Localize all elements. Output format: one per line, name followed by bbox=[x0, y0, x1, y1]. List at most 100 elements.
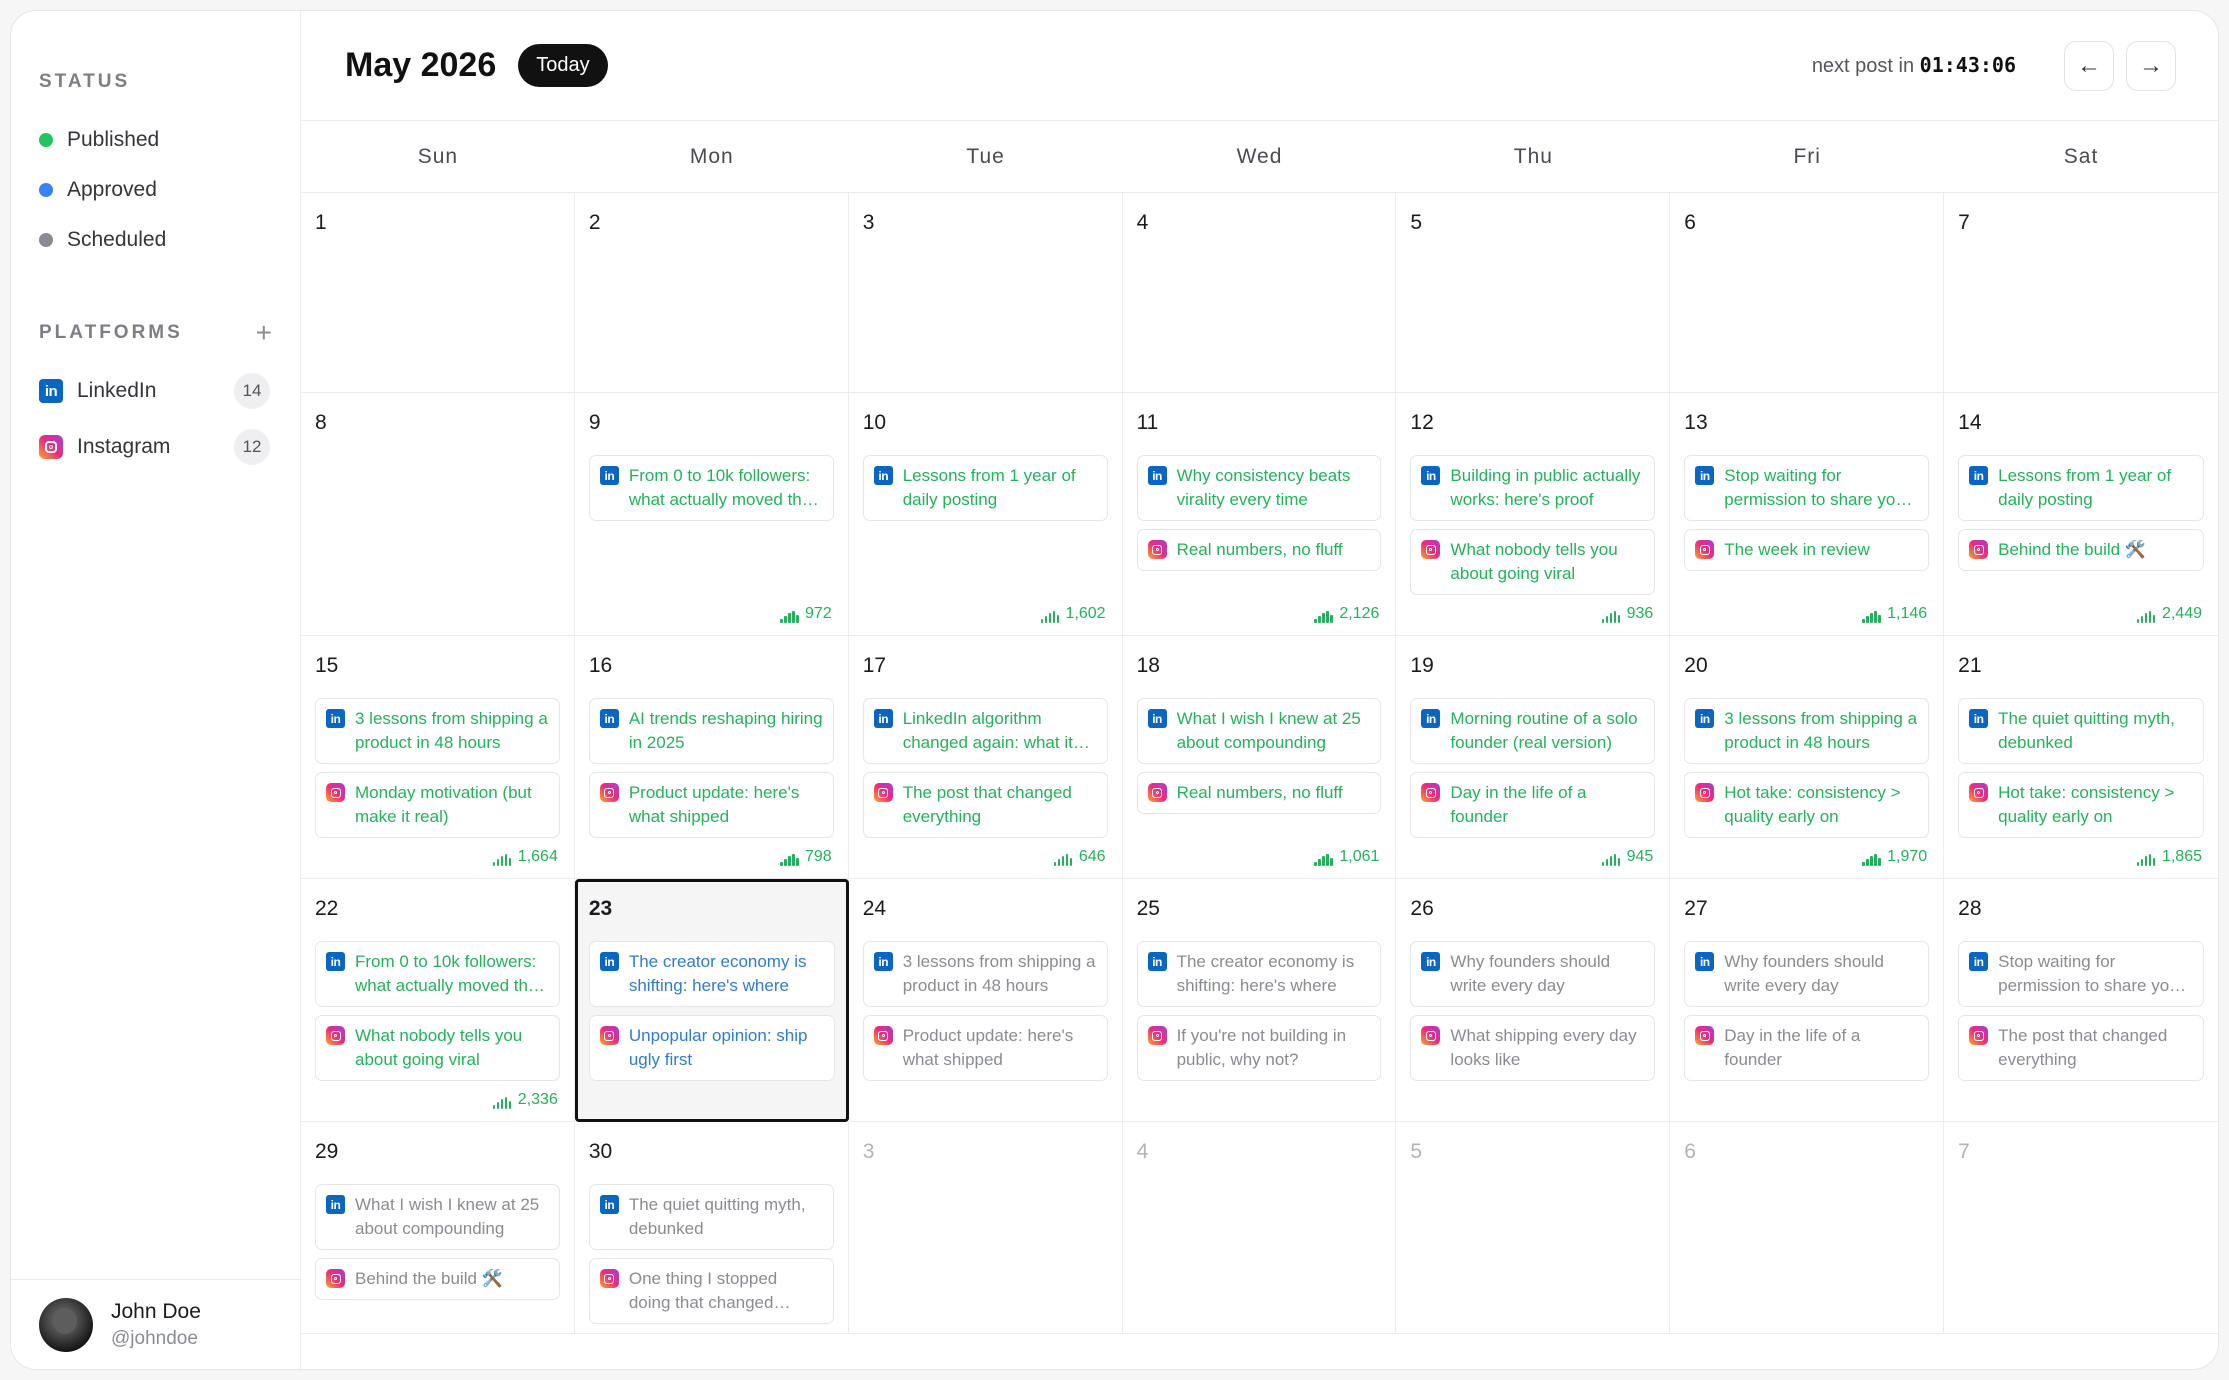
post-card-linkedin[interactable]: in LinkedIn algorithm changed again: what… bbox=[862, 698, 1108, 764]
day-cell[interactable]: 5 bbox=[1396, 1122, 1671, 1334]
prev-month-button[interactable]: ← bbox=[2064, 40, 2114, 91]
day-cell[interactable]: 30 in The quiet quitting myth, debunked One… bbox=[574, 1122, 849, 1334]
post-card-linkedin[interactable]: in From 0 to 10k followers: what actually… bbox=[588, 455, 834, 521]
day-cell[interactable]: 17 in LinkedIn algorithm changed again: wh… bbox=[848, 636, 1123, 879]
post-card-linkedin[interactable]: in Why founders should write every day bbox=[1684, 941, 1930, 1007]
post-card-linkedin[interactable]: in Building in public actually works: her… bbox=[1410, 455, 1656, 521]
status-item-published[interactable]: Published bbox=[11, 115, 300, 165]
day-cell[interactable]: 3 bbox=[848, 193, 1123, 393]
engagement-count: 936 bbox=[1626, 605, 1654, 622]
day-cell[interactable]: 14 in Lessons from 1 year of daily posting… bbox=[1944, 393, 2218, 636]
post-card-instagram[interactable]: Day in the life of a founder bbox=[1410, 772, 1656, 838]
day-cell[interactable]: 7 bbox=[1944, 1122, 2218, 1334]
post-card-instagram[interactable]: Real numbers, no fluff bbox=[1136, 772, 1382, 814]
post-card-instagram[interactable]: What nobody tells you about going viral bbox=[1410, 529, 1656, 595]
post-card-linkedin[interactable]: in Stop waiting for permission to share y… bbox=[1684, 455, 1930, 521]
post-title: Why founders should write every day bbox=[1450, 952, 1611, 995]
day-cell[interactable]: 8 bbox=[301, 393, 575, 636]
post-card-instagram[interactable]: Product update: here's what shipped bbox=[862, 1015, 1108, 1081]
post-card-linkedin[interactable]: in Morning routine of a solo founder (rea… bbox=[1410, 698, 1656, 764]
post-card-instagram[interactable]: If you're not building in public, why no… bbox=[1136, 1015, 1382, 1081]
day-cell[interactable]: 3 bbox=[848, 1122, 1123, 1334]
day-cell[interactable]: 4 bbox=[1122, 193, 1397, 393]
post-card-instagram[interactable]: Real numbers, no fluff bbox=[1136, 529, 1382, 571]
post-card-linkedin[interactable]: in Why founders should write every day bbox=[1410, 941, 1656, 1007]
post-card-instagram[interactable]: What shipping every day looks like bbox=[1410, 1015, 1656, 1081]
day-cell[interactable]: 22 in From 0 to 10k followers: what actual… bbox=[301, 879, 575, 1122]
post-card-instagram[interactable]: Unpopular opinion: ship ugly first bbox=[588, 1015, 835, 1081]
post-card-linkedin[interactable]: in Why consistency beats virality every t… bbox=[1136, 455, 1382, 521]
post-card-instagram[interactable]: Behind the build 🛠️ bbox=[315, 1258, 560, 1300]
linkedin-icon: in bbox=[1969, 709, 1989, 728]
platform-item-linkedin[interactable]: in LinkedIn 14 bbox=[11, 363, 300, 419]
post-card-linkedin[interactable]: in The quiet quitting myth, debunked bbox=[1958, 698, 2204, 764]
post-card-instagram[interactable]: Product update: here's what shipped bbox=[588, 772, 834, 838]
plus-icon[interactable]: + bbox=[256, 317, 272, 349]
day-cell[interactable]: 13 in Stop waiting for permission to share… bbox=[1670, 393, 1945, 636]
day-cell[interactable]: 15 in 3 lessons from shipping a product in… bbox=[301, 636, 575, 879]
post-card-linkedin[interactable]: in The creator economy is shifting: here'… bbox=[1136, 941, 1382, 1007]
day-cell[interactable]: 1 bbox=[301, 193, 575, 393]
day-cell[interactable]: 4 bbox=[1122, 1122, 1397, 1334]
post-card-linkedin[interactable]: in Stop waiting for permission to share y… bbox=[1958, 941, 2204, 1007]
post-card-linkedin[interactable]: in The creator economy is shifting: here'… bbox=[588, 941, 835, 1007]
post-card-linkedin[interactable]: in Lessons from 1 year of daily posting bbox=[1958, 455, 2204, 521]
linkedin-icon: in bbox=[1421, 709, 1441, 728]
post-card-instagram[interactable]: Hot take: consistency > quality early on bbox=[1958, 772, 2204, 838]
status-item-approved[interactable]: Approved bbox=[11, 165, 300, 215]
post-card-linkedin[interactable]: in From 0 to 10k followers: what actually… bbox=[315, 941, 560, 1007]
day-cell[interactable]: 26 in Why founders should write every day W… bbox=[1396, 879, 1671, 1122]
day-cell[interactable]: 11 in Why consistency beats virality every… bbox=[1122, 393, 1397, 636]
post-card-instagram[interactable]: Behind the build 🛠️ bbox=[1958, 529, 2204, 571]
post-card-linkedin[interactable]: in What I wish I knew at 25 about compoun… bbox=[315, 1184, 560, 1250]
post-card-linkedin[interactable]: in 3 lessons from shipping a product in 4… bbox=[1684, 698, 1930, 764]
day-cell[interactable]: 25 in The creator economy is shifting: her… bbox=[1122, 879, 1397, 1122]
day-cell[interactable]: 2 bbox=[574, 193, 849, 393]
user-profile[interactable]: John Doe @johndoe bbox=[11, 1279, 300, 1369]
post-card-linkedin[interactable]: in The quiet quitting myth, debunked bbox=[588, 1184, 834, 1250]
post-card-instagram[interactable]: The post that changed everything bbox=[862, 772, 1108, 838]
linkedin-icon: in bbox=[1695, 709, 1715, 728]
post-card-instagram[interactable]: The week in review bbox=[1684, 529, 1930, 571]
instagram-icon bbox=[1969, 540, 1989, 559]
day-cell[interactable]: 19 in Morning routine of a solo founder (r… bbox=[1396, 636, 1671, 879]
post-card-instagram[interactable]: The post that changed everything bbox=[1958, 1015, 2204, 1081]
day-cell[interactable]: 21 in The quiet quitting myth, debunked Hot… bbox=[1944, 636, 2218, 879]
post-card-instagram[interactable]: What nobody tells you about going viral bbox=[315, 1015, 560, 1081]
day-cell[interactable]: 20 in 3 lessons from shipping a product in… bbox=[1670, 636, 1945, 879]
engagement-stat: 1,970 bbox=[1862, 848, 1927, 866]
post-card-instagram[interactable]: Day in the life of a founder bbox=[1684, 1015, 1930, 1081]
post-card-linkedin[interactable]: in 3 lessons from shipping a product in 4… bbox=[315, 698, 560, 764]
day-cell[interactable]: 5 bbox=[1396, 193, 1671, 393]
day-cell-today[interactable]: 23 in The creator economy is shifting: her… bbox=[574, 879, 849, 1122]
day-cell[interactable]: 12 in Building in public actually works: h… bbox=[1396, 393, 1671, 636]
day-cell[interactable]: 24 in 3 lessons from shipping a product in… bbox=[848, 879, 1123, 1122]
post-card-instagram[interactable]: Monday motivation (but make it real) bbox=[315, 772, 560, 838]
day-cell[interactable]: 10 in Lessons from 1 year of daily posting… bbox=[848, 393, 1123, 636]
user-handle: @johndoe bbox=[111, 1327, 198, 1349]
post-card-linkedin[interactable]: in Lessons from 1 year of daily posting bbox=[862, 455, 1108, 521]
post-card-linkedin[interactable]: in What I wish I knew at 25 about compoun… bbox=[1136, 698, 1382, 764]
post-card-linkedin[interactable]: in 3 lessons from shipping a product in 4… bbox=[862, 941, 1108, 1007]
day-cell[interactable]: 27 in Why founders should write every day D… bbox=[1670, 879, 1945, 1122]
day-cell[interactable]: 9 in From 0 to 10k followers: what actuall… bbox=[574, 393, 849, 636]
post-card-instagram[interactable]: One thing I stopped doing that changed e… bbox=[588, 1258, 834, 1324]
status-item-scheduled[interactable]: Scheduled bbox=[11, 215, 300, 265]
weekday-header: Sun Mon Tue Wed Thu Fri Sat bbox=[301, 121, 2218, 193]
engagement-count: 1,970 bbox=[1887, 848, 1928, 865]
day-cell[interactable]: 7 bbox=[1944, 193, 2218, 393]
next-month-button[interactable]: → bbox=[2126, 40, 2176, 91]
day-cell[interactable]: 18 in What I wish I knew at 25 about compo… bbox=[1122, 636, 1397, 879]
day-cell[interactable]: 28 in Stop waiting for permission to share… bbox=[1944, 879, 2218, 1122]
today-button[interactable]: Today bbox=[518, 44, 608, 87]
post-list: in 3 lessons from shipping a product in 4… bbox=[315, 698, 560, 838]
platform-item-instagram[interactable]: Instagram 12 bbox=[11, 419, 300, 475]
day-cell[interactable]: 6 bbox=[1670, 1122, 1945, 1334]
day-cell[interactable]: 29 in What I wish I knew at 25 about compo… bbox=[301, 1122, 575, 1334]
post-card-linkedin[interactable]: in AI trends reshaping hiring in 2025 bbox=[588, 698, 834, 764]
day-cell[interactable]: 6 bbox=[1670, 193, 1945, 393]
post-title: Behind the build 🛠️ bbox=[355, 1269, 503, 1288]
post-card-instagram[interactable]: Hot take: consistency > quality early on bbox=[1684, 772, 1930, 838]
instagram-icon bbox=[1147, 783, 1167, 802]
day-cell[interactable]: 16 in AI trends reshaping hiring in 2025 Pr… bbox=[574, 636, 849, 879]
